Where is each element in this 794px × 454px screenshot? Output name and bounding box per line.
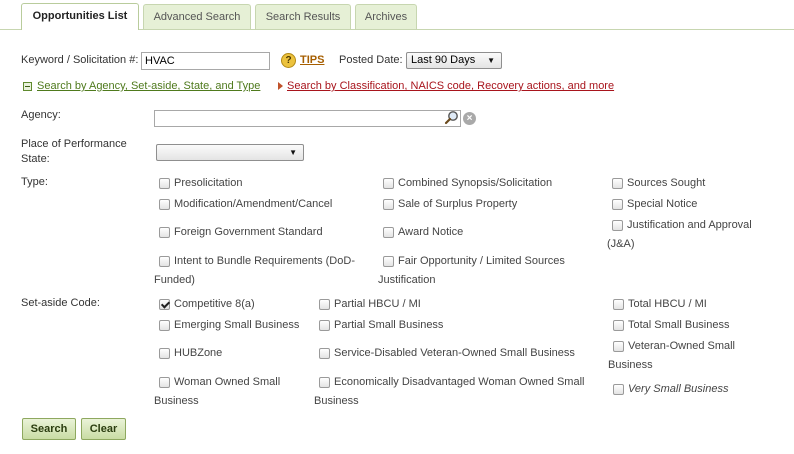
type-checkbox-sale-of-surplus[interactable] [383,199,394,210]
place-of-performance-label: Place of Performance [21,138,127,150]
search-button[interactable]: Search [22,418,76,440]
type-option-label: Sale of Surplus Property [398,198,518,210]
place-of-performance-state-label: State: [21,153,50,165]
type-option-label: Award Notice [398,226,464,238]
set-aside-option-label: Partial HBCU / MI [334,298,421,310]
clear-icon[interactable]: × [463,112,476,125]
set-aside-option-label: Total HBCU / MI [628,298,707,310]
keyword-label: Keyword / Solicitation #: [21,54,139,66]
set-aside-checkbox-total-hbcu[interactable] [613,299,624,310]
type-checkbox-combined-synopsis[interactable] [383,178,394,189]
type-option-label: Fair Opportunity / Limited Sources [398,255,565,267]
set-aside-checkbox-hubzone[interactable] [159,348,170,359]
set-aside-option-label: Veteran-Owned Small [628,340,735,352]
set-aside-option-label: Competitive 8(a) [174,298,255,310]
set-aside-option-label-line2: Business [608,359,653,371]
dropdown-arrow-icon: ▼ [289,148,297,157]
type-option-label: Special Notice [627,198,698,210]
type-option-label: Sources Sought [627,177,706,189]
posted-date-select[interactable]: Last 90 Days ▼ [406,52,502,69]
type-checkbox-fair-opportunity[interactable] [383,256,394,267]
expand-arrow-icon[interactable] [278,82,283,90]
type-checkbox-presolicitation[interactable] [159,178,170,189]
set-aside-checkbox-partial-small[interactable] [319,320,330,331]
type-checkbox-special-notice[interactable] [612,199,623,210]
set-aside-option-label: Service-Disabled Veteran-Owned Small Bus… [334,347,575,359]
classification-search-toggle[interactable]: Search by Classification, NAICS code, Re… [287,80,614,92]
type-checkbox-justification[interactable] [612,220,623,231]
set-aside-option-label: Partial Small Business [334,319,444,331]
set-aside-option-label-line2: Business [314,395,359,407]
set-aside-checkbox-partial-hbcu[interactable] [319,299,330,310]
set-aside-option-label: HUBZone [174,347,223,359]
set-aside-checkbox-woman-owned[interactable] [159,377,170,388]
set-aside-checkbox-8a[interactable] [159,299,170,310]
set-aside-checkbox-very-small[interactable] [613,384,624,395]
tab-strip: Opportunities List Advanced Search Searc… [0,0,794,30]
dropdown-arrow-icon: ▼ [487,56,495,65]
clear-button[interactable]: Clear [81,418,126,440]
type-option-label: Justification and Approval [627,219,752,231]
set-aside-checkbox-edwosb[interactable] [319,377,330,388]
question-icon[interactable]: ? [281,53,296,68]
collapse-icon[interactable] [23,82,32,91]
set-aside-option-label-line2: Business [154,395,199,407]
type-checkbox-sources-sought[interactable] [612,178,623,189]
tab-archives[interactable]: Archives [355,4,417,29]
type-option-label-line2: Funded) [154,274,195,286]
agency-input[interactable] [154,110,461,127]
set-aside-option-label: Total Small Business [628,319,730,331]
set-aside-option-label: Woman Owned Small [174,376,281,388]
type-checkbox-award-notice[interactable] [383,227,394,238]
type-option-label: Presolicitation [174,177,243,189]
type-label: Type: [21,176,48,188]
agency-search-toggle[interactable]: Search by Agency, Set-aside, State, and … [37,80,260,92]
type-option-label: Foreign Government Standard [174,226,323,238]
tips-link[interactable]: TIPS [300,54,324,66]
set-aside-option-label: Very Small Business [628,383,729,395]
posted-date-value: Last 90 Days [411,54,476,66]
set-aside-checkbox-emerging[interactable] [159,320,170,331]
set-aside-label: Set-aside Code: [21,297,100,309]
type-checkbox-modification[interactable] [159,199,170,210]
type-checkbox-foreign-government[interactable] [159,227,170,238]
posted-date-label: Posted Date: [339,54,403,66]
search-icon[interactable] [444,110,459,128]
set-aside-checkbox-total-small[interactable] [613,320,624,331]
type-checkbox-intent-to-bundle[interactable] [159,256,170,267]
tab-advanced-search[interactable]: Advanced Search [143,4,251,29]
type-option-label: Intent to Bundle Requirements (DoD- [174,255,355,267]
type-option-label-line2: Justification [378,274,436,286]
type-option-label: Combined Synopsis/Solicitation [398,177,553,189]
set-aside-option-label: Economically Disadvantaged Woman Owned S… [334,376,585,388]
keyword-input[interactable] [141,52,270,70]
tab-opportunities-list[interactable]: Opportunities List [21,3,139,30]
set-aside-checkbox-sdvosb[interactable] [319,348,330,359]
tab-search-results[interactable]: Search Results [255,4,351,29]
set-aside-checkbox-veteran-owned[interactable] [613,341,624,352]
type-option-label-line2: (J&A) [607,238,635,250]
agency-label: Agency: [21,109,61,121]
state-select[interactable]: ▼ [156,144,304,161]
set-aside-option-label: Emerging Small Business [174,319,300,331]
type-option-label: Modification/Amendment/Cancel [174,198,333,210]
